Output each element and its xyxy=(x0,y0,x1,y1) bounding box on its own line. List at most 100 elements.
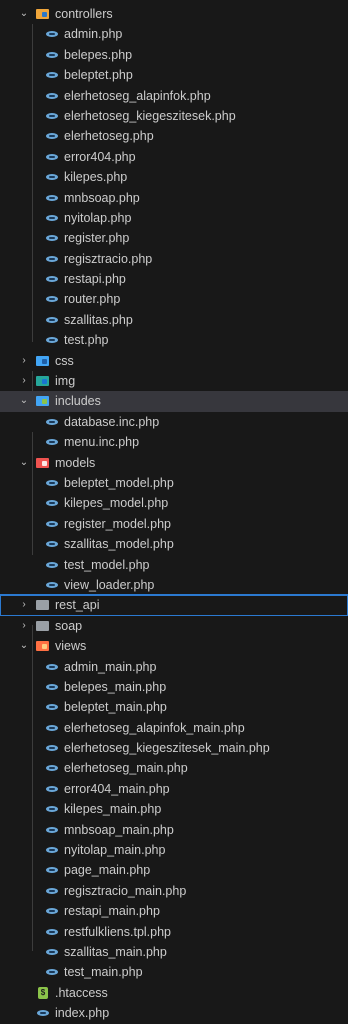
file-item[interactable]: elerhetoseg_alapinfok_main.php xyxy=(0,718,348,738)
file-label: nyitolap.php xyxy=(64,210,132,225)
file-item[interactable]: belepes_main.php xyxy=(0,677,348,697)
chevron-right-icon[interactable]: › xyxy=(18,595,30,615)
file-item[interactable]: router.php xyxy=(0,289,348,309)
file-label: database.inc.php xyxy=(64,414,160,429)
file-label: test_main.php xyxy=(64,965,143,980)
file-item-htaccess[interactable]: $ .htaccess xyxy=(0,983,348,1003)
file-label: nyitolap_main.php xyxy=(64,843,166,858)
file-item[interactable]: kilepes.php xyxy=(0,167,348,187)
php-file-icon xyxy=(46,214,58,221)
file-item[interactable]: restapi_main.php xyxy=(0,901,348,921)
file-item[interactable]: nyitolap_main.php xyxy=(0,840,348,860)
chevron-down-icon[interactable]: ⌄ xyxy=(18,4,30,24)
file-label: elerhetoseg_kiegeszitesek_main.php xyxy=(64,741,270,756)
file-label: error404_main.php xyxy=(64,781,170,796)
php-file-icon xyxy=(46,724,58,731)
php-file-icon xyxy=(46,51,58,58)
php-file-icon xyxy=(37,1010,49,1017)
file-label: beleptet_main.php xyxy=(64,700,167,715)
php-file-icon xyxy=(46,867,58,874)
php-file-icon xyxy=(46,479,58,486)
folder-icon xyxy=(36,396,49,407)
file-item[interactable]: nyitolap.php xyxy=(0,208,348,228)
chevron-right-icon[interactable]: › xyxy=(18,616,30,636)
php-file-icon xyxy=(46,928,58,935)
file-item[interactable]: belepes.php xyxy=(0,45,348,65)
file-label: beleptet_model.php xyxy=(64,475,174,490)
php-file-icon xyxy=(46,296,58,303)
file-label: .htaccess xyxy=(55,985,108,1000)
php-file-icon xyxy=(46,826,58,833)
file-label: test_model.php xyxy=(64,557,150,572)
file-item[interactable]: error404_main.php xyxy=(0,779,348,799)
folder-includes[interactable]: ⌄ includes xyxy=(0,391,348,412)
file-label: szallitas_model.php xyxy=(64,537,174,552)
chevron-down-icon[interactable]: ⌄ xyxy=(18,636,30,656)
file-item[interactable]: regisztracio.php xyxy=(0,249,348,269)
php-file-icon xyxy=(46,561,58,568)
file-item[interactable]: mnbsoap.php xyxy=(0,188,348,208)
file-item[interactable]: elerhetoseg_kiegeszitesek_main.php xyxy=(0,738,348,758)
file-item[interactable]: elerhetoseg_alapinfok.php xyxy=(0,86,348,106)
php-file-icon xyxy=(46,194,58,201)
file-label: elerhetoseg_alapinfok_main.php xyxy=(64,720,245,735)
file-item[interactable]: database.inc.php xyxy=(0,412,348,432)
file-label: admin_main.php xyxy=(64,659,157,674)
file-item[interactable]: page_main.php xyxy=(0,860,348,880)
chevron-right-icon[interactable]: › xyxy=(18,371,30,391)
file-item[interactable]: restfulkliens.tpl.php xyxy=(0,922,348,942)
php-file-icon xyxy=(46,255,58,262)
folder-img[interactable]: › img xyxy=(0,371,348,391)
file-item[interactable]: test_model.php xyxy=(0,555,348,575)
php-file-icon xyxy=(46,92,58,99)
file-item[interactable]: admin_main.php xyxy=(0,657,348,677)
file-item[interactable]: error404.php xyxy=(0,147,348,167)
file-label: restapi.php xyxy=(64,272,126,287)
folder-views[interactable]: ⌄ views xyxy=(0,636,348,656)
php-file-icon xyxy=(46,72,58,79)
php-file-icon xyxy=(46,663,58,670)
file-item[interactable]: mnbsoap_main.php xyxy=(0,820,348,840)
file-item[interactable]: test.php xyxy=(0,330,348,350)
file-item[interactable]: view_loader.php xyxy=(0,575,348,595)
chevron-down-icon[interactable]: ⌄ xyxy=(18,453,30,473)
php-file-icon xyxy=(46,806,58,813)
chevron-right-icon[interactable]: › xyxy=(18,351,30,371)
php-file-icon xyxy=(46,235,58,242)
file-item[interactable]: elerhetoseg_main.php xyxy=(0,758,348,778)
file-item[interactable]: szallitas_main.php xyxy=(0,942,348,962)
file-item-index[interactable]: index.php xyxy=(0,1003,348,1023)
file-item[interactable]: beleptet_main.php xyxy=(0,697,348,717)
file-label: elerhetoseg.php xyxy=(64,129,154,144)
folder-icon xyxy=(36,600,49,611)
file-label: restapi_main.php xyxy=(64,904,160,919)
folder-label: models xyxy=(55,455,96,470)
file-item[interactable]: elerhetoseg.php xyxy=(0,126,348,146)
folder-soap[interactable]: › soap xyxy=(0,616,348,636)
file-item[interactable]: beleptet.php xyxy=(0,65,348,85)
file-item[interactable]: restapi.php xyxy=(0,269,348,289)
file-item[interactable]: szallitas_model.php xyxy=(0,534,348,554)
file-item[interactable]: szallitas.php xyxy=(0,310,348,330)
file-item[interactable]: register.php xyxy=(0,228,348,248)
file-item[interactable]: beleptet_model.php xyxy=(0,473,348,493)
file-item[interactable]: admin.php xyxy=(0,24,348,44)
php-file-icon xyxy=(46,276,58,283)
folder-label: views xyxy=(55,639,87,654)
folder-rest-api[interactable]: › rest_api xyxy=(0,595,348,616)
folder-css[interactable]: › css xyxy=(0,351,348,371)
file-item[interactable]: menu.inc.php xyxy=(0,432,348,452)
file-item[interactable]: kilepes_main.php xyxy=(0,799,348,819)
file-label: regisztracio_main.php xyxy=(64,883,187,898)
folder-controllers[interactable]: ⌄ controllers xyxy=(0,4,348,24)
file-item[interactable]: register_model.php xyxy=(0,514,348,534)
file-item[interactable]: test_main.php xyxy=(0,962,348,982)
php-file-icon xyxy=(46,418,58,425)
file-item[interactable]: regisztracio_main.php xyxy=(0,881,348,901)
chevron-down-icon[interactable]: ⌄ xyxy=(18,391,30,411)
file-item[interactable]: kilepes_model.php xyxy=(0,493,348,513)
php-file-icon xyxy=(46,153,58,160)
php-file-icon xyxy=(46,581,58,588)
file-item[interactable]: elerhetoseg_kiegeszitesek.php xyxy=(0,106,348,126)
folder-models[interactable]: ⌄ models xyxy=(0,453,348,473)
